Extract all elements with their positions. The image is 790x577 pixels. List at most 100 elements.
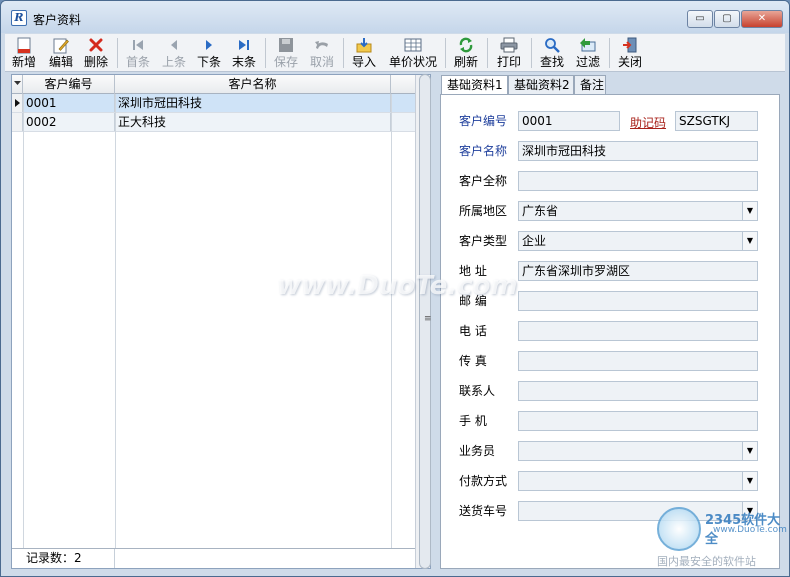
grid-menu-button[interactable] bbox=[12, 75, 23, 94]
import-icon bbox=[354, 36, 374, 54]
title-bar[interactable]: R 客户资料 ▭ ▢ ✕ bbox=[1, 1, 789, 33]
refresh-button[interactable]: 刷新 bbox=[451, 34, 481, 72]
customer-name-label: 客户名称 bbox=[459, 144, 508, 158]
next-record-icon bbox=[199, 36, 219, 54]
table-row[interactable]: 0002 正大科技 bbox=[12, 113, 416, 132]
contact-field[interactable] bbox=[518, 381, 758, 401]
edit-button[interactable]: 编辑 bbox=[45, 34, 77, 72]
address-field[interactable]: 广东省深圳市罗湖区 bbox=[518, 261, 758, 281]
chevron-down-icon[interactable]: ▼ bbox=[742, 502, 757, 520]
save-button[interactable]: 保存 bbox=[271, 34, 301, 72]
import-button[interactable]: 导入 bbox=[349, 34, 379, 72]
column-header-code[interactable]: 客户编号 bbox=[23, 75, 115, 94]
postcode-field[interactable] bbox=[518, 291, 758, 311]
customer-code-field[interactable]: 0001 bbox=[518, 111, 620, 131]
chevron-down-icon[interactable]: ▼ bbox=[742, 202, 757, 220]
exit-door-icon bbox=[620, 36, 640, 54]
contact-label: 联系人 bbox=[459, 384, 496, 398]
table-row[interactable]: 0001 深圳市冠田科技 bbox=[12, 94, 416, 113]
chevron-down-icon[interactable]: ▼ bbox=[742, 442, 757, 460]
toolbar-separator bbox=[343, 38, 344, 68]
filter-icon bbox=[578, 36, 598, 54]
customer-type-select[interactable]: 企业 ▼ bbox=[518, 231, 758, 251]
payment-select[interactable]: ▼ bbox=[518, 471, 758, 491]
minimize-button[interactable]: ▭ bbox=[687, 10, 713, 28]
cancel-button[interactable]: 取消 bbox=[307, 34, 337, 72]
print-button[interactable]: 打印 bbox=[493, 34, 525, 72]
region-select[interactable]: 广东省 ▼ bbox=[518, 201, 758, 221]
customer-type-label: 客户类型 bbox=[459, 234, 508, 248]
customer-grid[interactable]: 客户编号 客户名称 0001 深圳市冠田科技 0002 正大科技 记录数：2 ▲… bbox=[11, 74, 431, 569]
undo-icon bbox=[312, 36, 332, 54]
row-indicator bbox=[12, 113, 23, 131]
current-row-arrow-icon bbox=[15, 99, 20, 107]
basic-info-panel: 客户编号 0001 助记码 SZSGTKJ 客户名称 深圳市冠田科技 客户全称 … bbox=[440, 94, 780, 569]
record-count: 记录数：2 bbox=[23, 549, 115, 568]
cell-name[interactable]: 正大科技 bbox=[115, 113, 391, 131]
chevron-down-icon[interactable]: ▼ bbox=[742, 232, 757, 250]
prev-record-icon bbox=[164, 36, 184, 54]
filter-button[interactable]: 过滤 bbox=[573, 34, 603, 72]
maximize-button[interactable]: ▢ bbox=[714, 10, 740, 28]
mnemonic-field[interactable]: SZSGTKJ bbox=[675, 111, 758, 131]
tab-notes[interactable]: 备注 bbox=[574, 75, 606, 95]
region-label: 所属地区 bbox=[459, 204, 508, 218]
price-table-icon bbox=[403, 36, 423, 54]
chevron-down-icon[interactable]: ▼ bbox=[742, 472, 757, 490]
customer-code-label: 客户编号 bbox=[459, 114, 508, 128]
mobile-field[interactable] bbox=[518, 411, 758, 431]
mnemonic-link[interactable]: 助记码 bbox=[630, 113, 666, 133]
toolbar-separator bbox=[609, 38, 610, 68]
prev-record-button[interactable]: 上条 bbox=[159, 34, 189, 72]
unit-price-button[interactable]: 单价状况 bbox=[385, 34, 441, 72]
delete-button[interactable]: 删除 bbox=[81, 34, 111, 72]
salesman-select[interactable]: ▼ bbox=[518, 441, 758, 461]
full-name-field[interactable] bbox=[518, 171, 758, 191]
region-value: 广东省 bbox=[522, 204, 559, 218]
tab-basic-1[interactable]: 基础资料1 bbox=[441, 75, 508, 96]
app-logo-icon: R bbox=[11, 10, 27, 26]
full-name-label: 客户全称 bbox=[459, 174, 508, 188]
fax-field[interactable] bbox=[518, 351, 758, 371]
toolbar-separator bbox=[265, 38, 266, 68]
panel-splitter[interactable]: ≡ bbox=[417, 74, 433, 569]
close-button[interactable]: 关闭 bbox=[615, 34, 645, 72]
address-label: 地 址 bbox=[459, 264, 487, 278]
column-header-name[interactable]: 客户名称 bbox=[115, 75, 391, 94]
cell-code[interactable]: 0002 bbox=[23, 113, 115, 131]
cell-code[interactable]: 0001 bbox=[23, 94, 115, 112]
row-indicator bbox=[12, 94, 23, 112]
grid-column-line bbox=[23, 94, 24, 548]
new-doc-icon bbox=[14, 36, 34, 54]
close-window-button[interactable]: ✕ bbox=[741, 10, 783, 28]
grid-header: 客户编号 客户名称 bbox=[12, 75, 416, 94]
cell-name[interactable]: 深圳市冠田科技 bbox=[115, 94, 391, 112]
dropdown-arrow-icon bbox=[13, 81, 21, 85]
grid-column-line bbox=[115, 94, 116, 548]
customer-name-field[interactable]: 深圳市冠田科技 bbox=[518, 141, 758, 161]
grid-footer: 记录数：2 bbox=[12, 548, 416, 568]
next-record-button[interactable]: 下条 bbox=[194, 34, 224, 72]
toolbar-separator bbox=[487, 38, 488, 68]
toolbar-separator bbox=[531, 38, 532, 68]
tab-basic-2[interactable]: 基础资料2 bbox=[508, 75, 574, 95]
last-record-icon bbox=[234, 36, 254, 54]
phone-field[interactable] bbox=[518, 321, 758, 341]
splitter-bar[interactable]: ≡ bbox=[419, 74, 432, 569]
window-title: 客户资料 bbox=[33, 13, 82, 27]
magnifier-icon bbox=[542, 36, 562, 54]
payment-label: 付款方式 bbox=[459, 474, 508, 488]
plate-select[interactable]: ▼ bbox=[518, 501, 758, 521]
printer-icon bbox=[499, 36, 519, 54]
fax-label: 传 真 bbox=[459, 354, 487, 368]
first-record-button[interactable]: 首条 bbox=[123, 34, 153, 72]
last-record-button[interactable]: 末条 bbox=[229, 34, 259, 72]
mobile-label: 手 机 bbox=[459, 414, 487, 428]
toolbar: 新增 编辑 删除 首条 上条 下条 末条 保存 取消 导入 单价状况 刷新 打印… bbox=[5, 34, 785, 72]
grip-icon: ≡ bbox=[424, 314, 432, 324]
new-button[interactable]: 新增 bbox=[9, 34, 39, 72]
salesman-label: 业务员 bbox=[459, 444, 496, 458]
postcode-label: 邮 编 bbox=[459, 294, 487, 308]
find-button[interactable]: 查找 bbox=[537, 34, 567, 72]
grid-column-line bbox=[391, 94, 392, 548]
